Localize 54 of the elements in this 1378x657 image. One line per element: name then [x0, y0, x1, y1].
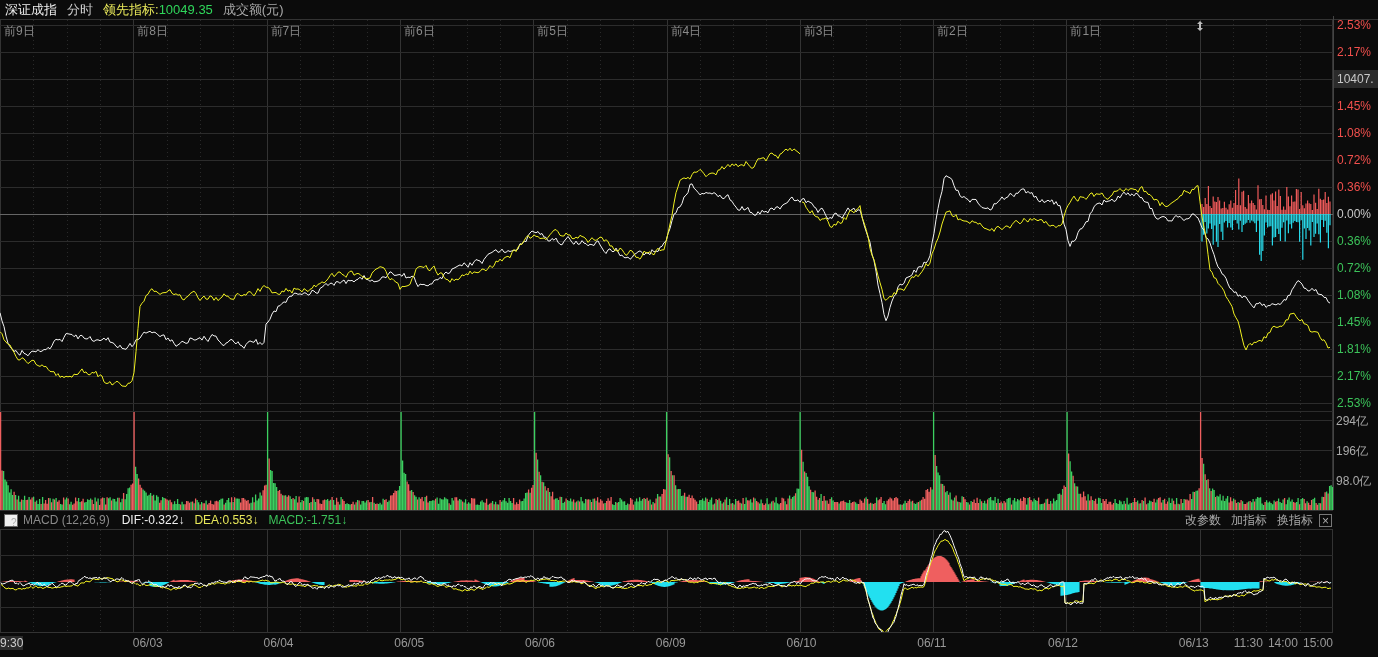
axis-label: 0.36%: [1336, 179, 1372, 196]
date-label: 06/05: [393, 635, 425, 650]
indicator-action-link[interactable]: 加指标: [1231, 511, 1267, 529]
axis-label: 2.17%: [1336, 368, 1372, 385]
axis-label: 2.17%: [1336, 44, 1372, 61]
date-label: 06/12: [1047, 635, 1079, 650]
index-title: 深证成指: [5, 0, 57, 19]
day-label: 前9日: [3, 23, 35, 40]
date-label: 06/11: [916, 635, 947, 650]
indicator-action-link[interactable]: 改参数: [1185, 511, 1221, 529]
dif-value: DIF:-0.322↓: [121, 513, 185, 527]
mode-label[interactable]: 分时: [67, 0, 93, 19]
day-label: 前2日: [936, 23, 968, 40]
resize-handle-icon[interactable]: [1196, 21, 1203, 31]
day-label: 前3日: [802, 23, 835, 40]
indicator-action-link[interactable]: 换指标: [1277, 511, 1313, 529]
day-label: 前8日: [136, 23, 168, 40]
day-label: 前6日: [402, 23, 435, 40]
time-label: 14:00: [1266, 635, 1298, 650]
volume-label: 成交额(元): [222, 0, 284, 19]
day-label: 前7日: [269, 23, 302, 40]
axis-label: 98.0亿: [1335, 473, 1373, 490]
price-marker: 10407.: [1334, 70, 1378, 88]
date-label: 06/04: [262, 635, 294, 650]
time-label: 15:00: [1301, 635, 1333, 650]
date-label: 06/13: [1177, 635, 1209, 650]
axis-label: 1.45%: [1336, 314, 1372, 331]
axis-label: 0.72%: [1336, 152, 1372, 169]
axis-label: 0.72%: [1336, 260, 1372, 277]
axis-label: 196亿: [1335, 443, 1370, 460]
axis-label: 2.53%: [1336, 17, 1372, 34]
time-cursor-label: 9:30: [0, 635, 24, 650]
day-label: 前1日: [1069, 23, 1102, 40]
axis-label: 0.36%: [1336, 233, 1372, 250]
date-label: 06/09: [654, 635, 686, 650]
axis-label: 1.08%: [1336, 287, 1372, 304]
dea-value: DEA:0.553↓: [194, 513, 259, 527]
indicator-name: MACD (12,26,9): [23, 513, 110, 527]
axis-label: 0.00%: [1336, 206, 1372, 223]
date-label: 06/10: [785, 635, 817, 650]
indicator-label: 领先指标:: [103, 0, 159, 19]
axis-label: 1.08%: [1336, 125, 1372, 142]
axis-label: 2.53%: [1336, 395, 1372, 412]
axis-label: 1.81%: [1336, 341, 1372, 358]
axis-label: 1.45%: [1336, 98, 1372, 115]
close-button[interactable]: ×: [1319, 513, 1332, 527]
date-label: 06/03: [131, 635, 163, 650]
day-label: 前4日: [669, 23, 702, 40]
date-label: 06/06: [524, 635, 556, 650]
macd-value: MACD:-1.751↓: [268, 513, 348, 527]
axis-label: 294亿: [1335, 413, 1370, 430]
time-label: 11:30: [1232, 635, 1263, 650]
day-label: 前5日: [536, 23, 568, 40]
indicator-value: 10049.35: [158, 2, 213, 17]
